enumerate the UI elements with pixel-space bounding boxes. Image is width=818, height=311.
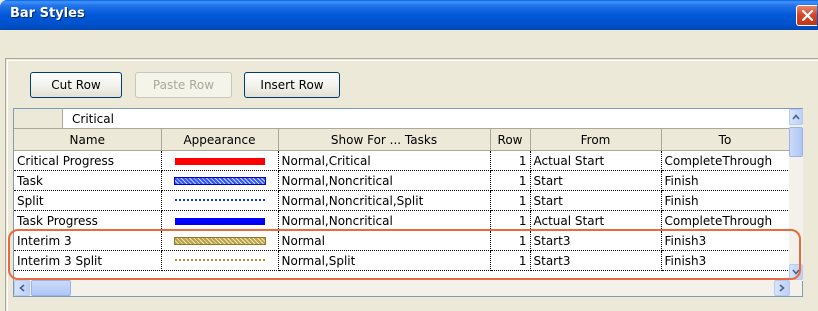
cell-from[interactable]: Actual Start [530, 210, 662, 231]
cell-appearance[interactable] [161, 210, 279, 231]
cell-from[interactable]: Start3 [530, 230, 662, 251]
column-header-row: Name Appearance Show For ... Tasks Row F… [14, 129, 790, 151]
table-row[interactable]: Task Progress Normal,Noncritical 1 Actua… [14, 210, 790, 231]
cell-row[interactable]: 1 [490, 190, 531, 211]
cell-name[interactable]: Critical Progress [14, 150, 162, 171]
cell-from[interactable]: Start [530, 170, 662, 191]
cell-appearance[interactable] [161, 230, 279, 251]
solid-red-bar-swatch [174, 157, 265, 165]
cell-row[interactable]: 1 [490, 150, 531, 171]
cell-to[interactable]: Finish3 [661, 250, 790, 271]
chevron-down-icon [792, 269, 800, 275]
table-row[interactable]: Interim 3 Normal 1 Start3 Finish3 [14, 230, 790, 251]
entry-corner [14, 109, 63, 128]
table-row[interactable]: Split Normal,Noncritical,Split 1 Start F… [14, 190, 790, 211]
bar-styles-grid: Critical Name Appearance Show For ... Ta… [13, 108, 803, 297]
hatched-blue-bar-swatch [173, 177, 266, 185]
chevron-right-icon [779, 284, 785, 292]
cell-to[interactable]: Finish [661, 190, 790, 211]
col-header-row[interactable]: Row [490, 129, 531, 151]
cell-show-for[interactable]: Normal,Noncritical [278, 170, 491, 191]
col-header-from[interactable]: From [530, 129, 662, 151]
chevron-up-icon [792, 114, 800, 120]
scroll-down-button[interactable] [789, 264, 803, 280]
cell-show-for[interactable]: Normal,Noncritical,Split [278, 190, 491, 211]
cell-name[interactable]: Interim 3 Split [14, 250, 162, 271]
cut-row-button[interactable]: Cut Row [30, 72, 122, 98]
col-header-name[interactable]: Name [14, 129, 162, 151]
solid-blue-bar-swatch [174, 217, 265, 225]
cell-to[interactable]: CompleteThrough [661, 150, 790, 171]
cell-row[interactable]: 1 [490, 210, 531, 231]
cell-show-for[interactable]: Normal,Split [278, 250, 491, 271]
cell-to[interactable]: CompleteThrough [661, 210, 790, 231]
cell-to[interactable]: Finish3 [661, 230, 790, 251]
insert-row-button[interactable]: Insert Row [244, 72, 340, 98]
scroll-left-button[interactable] [14, 280, 30, 296]
cell-row[interactable]: 1 [490, 230, 531, 251]
cell-name[interactable]: Task Progress [14, 210, 162, 231]
close-icon [801, 9, 814, 22]
cell-name[interactable]: Split [14, 190, 162, 211]
cell-appearance[interactable] [161, 150, 279, 171]
col-header-appearance[interactable]: Appearance [161, 129, 279, 151]
styles-table: Name Appearance Show For ... Tasks Row F… [14, 129, 790, 271]
cell-from[interactable]: Start [530, 190, 662, 211]
close-button[interactable] [796, 5, 817, 26]
cell-appearance[interactable] [161, 170, 279, 191]
horizontal-scroll-thumb[interactable] [31, 280, 71, 296]
cell-entry-text[interactable]: Critical [72, 112, 114, 126]
cell-show-for[interactable]: Normal,Critical [278, 150, 491, 171]
horizontal-scrollbar[interactable] [14, 280, 802, 296]
cell-name[interactable]: Task [14, 170, 162, 191]
cell-appearance[interactable] [161, 250, 279, 271]
cell-row[interactable]: 1 [490, 170, 531, 191]
scroll-right-button[interactable] [774, 280, 790, 296]
col-header-to[interactable]: To [661, 129, 790, 151]
cell-entry-bar[interactable]: Critical [14, 109, 789, 129]
dotted-olive-line-swatch [174, 259, 265, 263]
dotted-blue-line-swatch [174, 199, 265, 203]
cell-from[interactable]: Start3 [530, 250, 662, 271]
cell-show-for[interactable]: Normal [278, 230, 491, 251]
cell-to[interactable]: Finish [661, 170, 790, 191]
vertical-scrollbar[interactable] [789, 109, 803, 281]
table-row[interactable]: Critical Progress Normal,Critical 1 Actu… [14, 150, 790, 171]
scroll-up-button[interactable] [789, 109, 803, 125]
cell-appearance[interactable] [161, 190, 279, 211]
paste-row-button[interactable]: Paste Row [135, 72, 232, 98]
table-row[interactable]: Interim 3 Split Normal,Split 1 Start3 Fi… [14, 250, 790, 271]
chevron-left-icon [19, 284, 25, 292]
col-header-show-for[interactable]: Show For ... Tasks [278, 129, 491, 151]
cell-row[interactable]: 1 [490, 250, 531, 271]
bar-styles-dialog: Bar Styles Cut Row Paste Row Insert Row … [0, 0, 818, 311]
cell-show-for[interactable]: Normal,Noncritical [278, 210, 491, 231]
cell-from[interactable]: Actual Start [530, 150, 662, 171]
vertical-scroll-thumb[interactable] [789, 127, 803, 157]
hatched-olive-bar-swatch [173, 237, 266, 245]
title-bar[interactable]: Bar Styles [0, 0, 818, 30]
window-title: Bar Styles [10, 6, 85, 21]
cell-name[interactable]: Interim 3 [14, 230, 162, 251]
table-row[interactable]: Task Normal,Noncritical 1 Start Finish [14, 170, 790, 191]
